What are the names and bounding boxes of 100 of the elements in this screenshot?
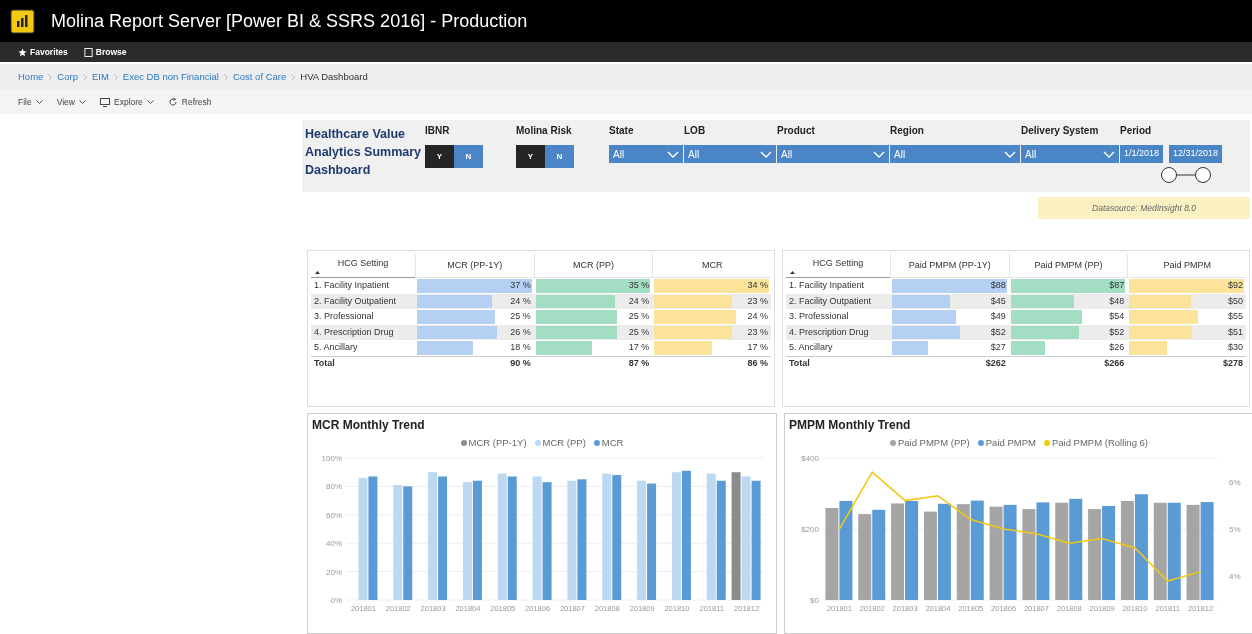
filter-label: Period — [1120, 125, 1153, 137]
row-label: 4. Prescription Drug — [314, 325, 394, 339]
nav-link[interactable]: Browse — [83, 45, 127, 59]
chevron-icon — [760, 150, 772, 158]
cell-value: $52 — [990, 325, 1006, 339]
axis-label: 4% — [1229, 572, 1241, 582]
cell-value: $88 — [990, 279, 1006, 292]
legend-label: Paid PMPM (PP) — [897, 436, 970, 450]
breadcrumb-link[interactable]: EIM — [91, 69, 109, 85]
slider-thumb[interactable] — [1161, 167, 1177, 183]
legend-label: MCR (PP-1Y) — [468, 436, 527, 450]
total-value: 90 % — [510, 357, 531, 371]
app-title: Molina Report Server [Power BI & SSRS 2016] - Production — [51, 9, 528, 33]
nav-link[interactable]: Favorites — [18, 45, 68, 59]
toolbar-button[interactable]: Refresh — [167, 95, 212, 109]
column-header[interactable]: Paid PMPM (PP-1Y) — [908, 258, 991, 273]
cell-value: $87 — [1109, 279, 1125, 292]
end-date-field[interactable]: 12/31/2018 — [1169, 145, 1223, 163]
separator-icon — [113, 73, 118, 81]
dropdown[interactable]: All — [684, 145, 776, 163]
column-header[interactable]: HCG Setting — [337, 257, 389, 271]
dropdown[interactable]: All — [890, 145, 1020, 163]
toolbar-button[interactable]: Explore — [100, 95, 154, 109]
legend-label: Paid PMPM — [985, 436, 1036, 450]
row-label: 3. Professional — [314, 310, 374, 323]
monitor-icon — [100, 97, 110, 107]
legend-label: MCR (PP) — [542, 436, 586, 450]
toolbar-button[interactable]: File — [18, 95, 43, 109]
legend-label: Paid PMPM (Rolling 6) — [1051, 436, 1148, 450]
axis-label: 6% — [1229, 477, 1241, 487]
filter-label: Product — [777, 125, 816, 137]
breadcrumb-link[interactable]: Home — [18, 69, 44, 85]
breadcrumb-link[interactable]: Corp — [57, 69, 78, 85]
column-header[interactable]: Paid PMPM (PP) — [1034, 258, 1103, 273]
sort-icon — [790, 270, 795, 274]
total-value: 87 % — [628, 357, 650, 371]
breadcrumb-link[interactable]: Exec DB non Financial — [122, 69, 219, 85]
axis-label: $0 — [810, 596, 819, 606]
cell-value: 24 % — [628, 294, 650, 308]
row-label: 5. Ancillary — [314, 341, 358, 354]
axis-label: 60% — [326, 511, 342, 521]
dropdown[interactable]: All — [777, 145, 889, 163]
cell-value: 23 % — [747, 294, 768, 308]
cell-value: $48 — [1109, 294, 1125, 308]
filter-label: State — [609, 125, 635, 137]
dropdown[interactable]: All — [1021, 145, 1119, 163]
filter-label: Delivery System — [1021, 125, 1100, 137]
refresh-icon — [167, 97, 178, 107]
separator-icon — [223, 73, 228, 81]
column-header[interactable]: HCG Setting — [812, 257, 864, 271]
row-label: 3. Professional — [789, 310, 849, 323]
row-label: 4. Prescription Drug — [789, 325, 869, 339]
axis-label: $200 — [801, 525, 819, 535]
axis-label: 20% — [326, 567, 342, 577]
toggle-option[interactable]: N — [545, 145, 574, 168]
row-label: 2. Facility Outpatient — [789, 294, 872, 308]
dropdown[interactable]: All — [609, 145, 683, 163]
toggle-option[interactable]: Y — [516, 145, 545, 168]
cell-value: $51 — [1227, 325, 1243, 339]
toggle-option[interactable]: N — [454, 145, 483, 168]
total-label: Total — [789, 357, 810, 371]
chevron-icon — [79, 99, 86, 105]
separator-icon — [48, 73, 53, 81]
column-header[interactable]: Paid PMPM — [1163, 258, 1211, 273]
filter-label: IBNR — [425, 125, 451, 137]
cell-value: $49 — [990, 310, 1006, 323]
cell-value: 25 % — [628, 310, 650, 323]
row-label: 2. Facility Outpatient — [314, 294, 397, 308]
toolbar-button[interactable]: View — [56, 95, 86, 109]
cell-value: $52 — [1109, 325, 1125, 339]
filter-label: Molina Risk — [516, 125, 573, 137]
column-header[interactable]: MCR (PP) — [573, 258, 614, 273]
breadcrumb-link[interactable]: HVA Dashboard — [300, 69, 368, 85]
total-value: $278 — [1222, 357, 1243, 371]
total-value: 86 % — [747, 357, 768, 371]
toggle-option[interactable]: Y — [425, 145, 454, 168]
cell-value: 17 % — [747, 341, 768, 354]
slider-thumb[interactable] — [1195, 167, 1211, 183]
cell-value: $54 — [1109, 310, 1125, 323]
row-label: 1. Facility Inpatient — [314, 279, 390, 292]
chevron-icon — [146, 99, 154, 105]
cell-value: 34 % — [747, 279, 768, 292]
cell-value: 24 % — [747, 310, 768, 323]
chart-logo-icon — [10, 8, 35, 34]
total-label: Total — [314, 357, 335, 371]
star-icon — [18, 47, 27, 57]
chevron-icon — [1004, 150, 1016, 158]
start-date-field[interactable]: 1/1/2018 — [1120, 145, 1164, 163]
total-value: $266 — [1104, 357, 1125, 371]
breadcrumb-link[interactable]: Cost of Care — [232, 69, 287, 85]
chevron-icon — [35, 99, 43, 105]
chevron-icon — [667, 150, 679, 158]
cell-value: 18 % — [510, 341, 531, 354]
axis-label: 40% — [326, 539, 342, 549]
row-label: 5. Ancillary — [789, 341, 833, 354]
cell-value: 24 % — [510, 294, 531, 308]
column-header[interactable]: MCR — [701, 258, 723, 273]
cell-value: $92 — [1227, 279, 1243, 292]
column-header[interactable]: MCR (PP-1Y) — [447, 258, 503, 273]
chart-title: MCR Monthly Trend — [312, 417, 426, 434]
